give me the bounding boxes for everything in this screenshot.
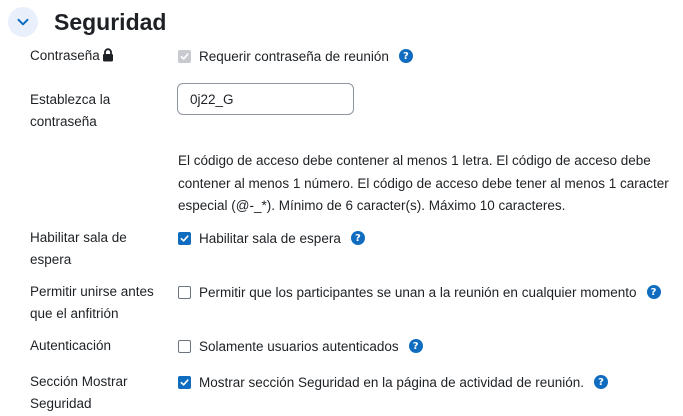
authentication-checkbox-label: Solamente usuarios autenticados [199, 338, 399, 354]
waiting-room-checkbox-label: Habilitar sala de espera [199, 230, 341, 246]
set-password-label: Establezca la contraseña [30, 92, 111, 129]
show-security-checkbox[interactable] [178, 375, 191, 389]
waiting-room-field: Habilitar sala de espera ? [178, 227, 365, 249]
password-input[interactable] [177, 83, 354, 115]
show-security-label: Sección Mostrar Seguridad [30, 374, 128, 411]
authentication-field: Solamente usuarios autenticados ? [178, 335, 423, 357]
password-label: Contraseña [30, 45, 114, 67]
require-password-label: Requerir contraseña de reunión [199, 48, 389, 64]
help-icon[interactable]: ? [398, 49, 413, 63]
collapse-section-button[interactable] [8, 7, 38, 37]
require-password-field: Requerir contraseña de reunión ? [178, 45, 413, 67]
join-before-host-label: Permitir unirse antes que el anfitrión [30, 284, 154, 321]
help-icon[interactable]: ? [350, 231, 365, 245]
join-before-host-checkbox[interactable] [178, 285, 191, 299]
waiting-room-checkbox[interactable] [178, 231, 191, 245]
join-before-host-checkbox-label: Permitir que los participantes se unan a… [199, 284, 637, 300]
help-icon[interactable]: ? [408, 339, 423, 353]
help-icon[interactable]: ? [646, 285, 661, 299]
section-header: Seguridad [8, 6, 166, 38]
help-icon[interactable]: ? [594, 375, 608, 389]
chevron-down-icon [17, 18, 29, 26]
join-before-host-field: Permitir que los participantes se unan a… [178, 281, 661, 303]
check-icon [180, 378, 189, 386]
authentication-checkbox[interactable] [178, 339, 191, 353]
lock-icon [102, 48, 113, 62]
show-security-field: Mostrar sección Seguridad en la página d… [178, 371, 608, 393]
waiting-room-label: Habilitar sala de espera [30, 230, 127, 267]
password-rules-text: El código de acceso debe contener al men… [178, 153, 669, 213]
require-password-checkbox[interactable] [178, 49, 191, 63]
section-title: Seguridad [54, 8, 167, 35]
show-security-checkbox-label: Mostrar sección Seguridad en la página d… [199, 374, 584, 390]
check-icon [180, 52, 189, 60]
check-icon [180, 234, 189, 242]
authentication-label: Autenticación [30, 338, 112, 353]
